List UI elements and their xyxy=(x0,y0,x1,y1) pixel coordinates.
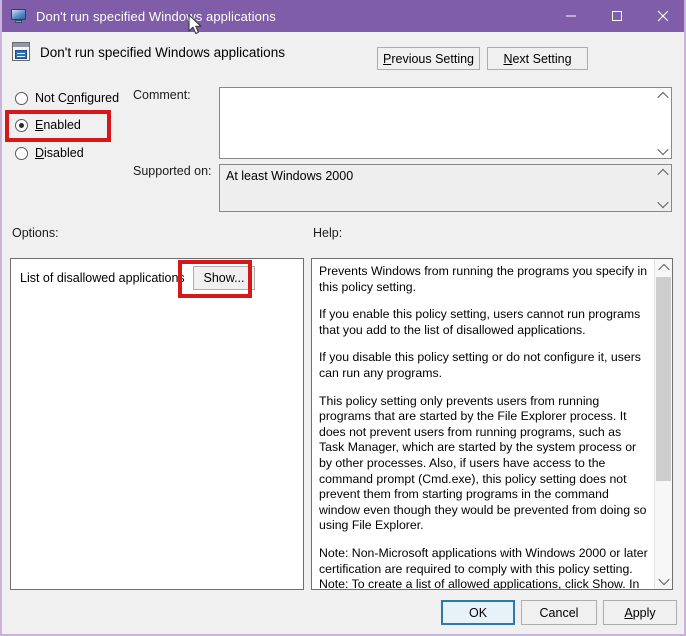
comment-label: Comment: xyxy=(133,88,191,102)
radio-indicator-not-configured[interactable] xyxy=(15,91,28,105)
radio-label-not-configured: Not Configured xyxy=(35,91,120,105)
apply-accel: A xyxy=(624,605,633,620)
disallowed-applications-label: List of disallowed applications xyxy=(20,271,185,285)
apply-button[interactable]: Apply xyxy=(603,600,677,625)
supported-on-scrollbar[interactable] xyxy=(655,165,671,211)
help-paragraph: Note: To create a list of allowed applic… xyxy=(319,577,640,589)
radio-indicator-enabled[interactable] xyxy=(15,118,28,132)
next-setting-button[interactable]: Next Setting xyxy=(487,47,588,70)
window-controls xyxy=(548,0,684,32)
supported-on-label: Supported on: xyxy=(133,164,212,178)
policy-setting-dialog: Don't run specified Windows applications… xyxy=(0,0,686,636)
scroll-down-icon[interactable] xyxy=(655,196,671,211)
scroll-up-icon[interactable] xyxy=(655,88,671,103)
cancel-button[interactable]: Cancel xyxy=(521,600,597,625)
help-paragraph: If you disable this policy setting or do… xyxy=(319,350,641,380)
help-text-content: Prevents Windows from running the progra… xyxy=(312,259,654,589)
scroll-up-icon[interactable] xyxy=(655,165,671,180)
options-section-label: Options: xyxy=(12,226,59,240)
window-title: Don't run specified Windows applications xyxy=(36,8,276,24)
previous-setting-button[interactable]: Previous Setting xyxy=(377,47,480,70)
help-paragraph: If you enable this policy setting, users… xyxy=(319,307,641,337)
help-scrollbar[interactable] xyxy=(654,259,672,589)
help-paragraph: Note: Non-Microsoft applications with Wi… xyxy=(319,545,648,576)
policy-name-label: Don't run specified Windows applications xyxy=(40,45,285,60)
comment-value[interactable] xyxy=(220,88,655,158)
close-button[interactable] xyxy=(640,0,684,32)
scroll-down-icon[interactable] xyxy=(655,143,671,158)
next-setting-label: ext Setting xyxy=(512,51,572,66)
comment-textarea[interactable] xyxy=(219,87,672,159)
show-button[interactable]: Show... xyxy=(193,266,255,290)
help-panel: Prevents Windows from running the progra… xyxy=(311,258,673,590)
supported-on-field: At least Windows 2000 xyxy=(219,164,672,212)
radio-enabled[interactable]: Enabled xyxy=(15,118,81,132)
window-title-bar: Don't run specified Windows applications xyxy=(2,0,684,32)
radio-label-disabled: Disabled xyxy=(35,146,84,160)
maximize-button[interactable] xyxy=(594,0,640,32)
scroll-up-icon[interactable] xyxy=(655,259,672,276)
scrollbar-thumb[interactable] xyxy=(656,277,671,481)
radio-label-enabled: Enabled xyxy=(35,118,81,132)
previous-setting-label: revious Setting xyxy=(391,51,475,66)
ok-button[interactable]: OK xyxy=(441,600,515,625)
help-paragraph: This policy setting only prevents users … xyxy=(319,393,647,533)
policy-document-icon xyxy=(12,42,32,62)
monitor-icon xyxy=(10,7,28,25)
supported-on-value: At least Windows 2000 xyxy=(226,169,354,183)
help-section-label: Help: xyxy=(313,226,343,240)
radio-disabled[interactable]: Disabled xyxy=(15,146,84,160)
radio-not-configured[interactable]: Not Configured xyxy=(15,91,119,105)
comment-scrollbar[interactable] xyxy=(655,88,671,158)
apply-label: pply xyxy=(632,605,656,620)
minimize-button[interactable] xyxy=(548,0,594,32)
help-paragraph: Prevents Windows from running the progra… xyxy=(319,264,648,294)
radio-indicator-disabled[interactable] xyxy=(15,146,28,160)
scroll-down-icon[interactable] xyxy=(655,572,672,589)
options-panel: List of disallowed applications Show... xyxy=(10,258,304,590)
